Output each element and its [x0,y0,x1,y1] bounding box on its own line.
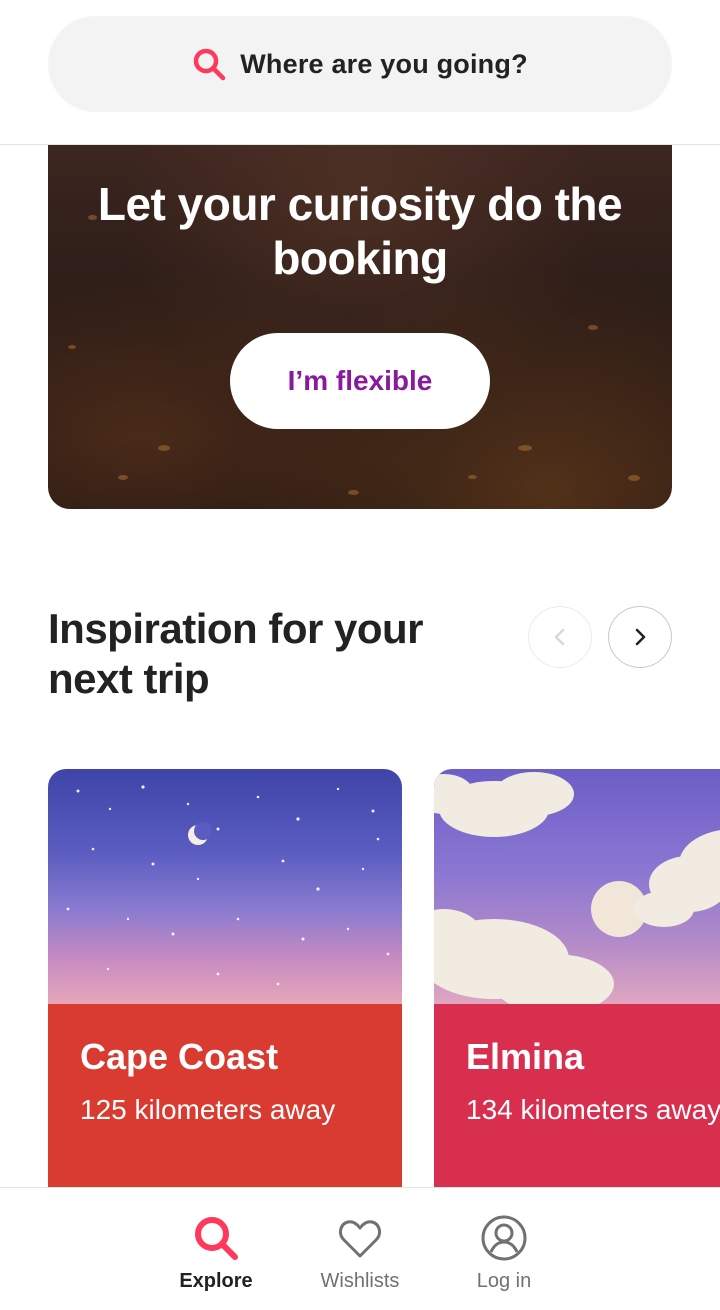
card-info: Cape Coast 125 kilometers away [48,1004,402,1199]
search-bar[interactable]: Where are you going? [48,16,672,112]
bottom-nav: Explore Wishlists Log in [0,1187,720,1310]
carousel-next-button[interactable] [608,606,672,668]
leaf-decoration [118,475,128,480]
night-sky-illustration [48,769,402,1004]
header: Where are you going? [0,0,720,145]
carousel-prev-button[interactable] [528,606,592,668]
card-distance: 134 kilometers away [466,1094,720,1125]
card-info: Elmina 134 kilometers away [434,1004,720,1199]
destination-card[interactable]: Cape Coast 125 kilometers away [48,769,402,1199]
nav-label: Explore [179,1270,253,1292]
leaf-decoration [628,475,640,481]
hero-banner: Let your curiosity do the booking I’m fl… [48,145,672,509]
card-distance: 125 kilometers away [80,1094,336,1125]
nav-explore[interactable]: Explore [156,1188,276,1310]
user-circle-icon [480,1214,528,1262]
search-icon [192,1214,240,1262]
card-city: Cape Coast [80,1036,279,1077]
chevron-right-icon [630,627,650,647]
search-placeholder: Where are you going? [240,48,528,79]
leaf-decoration [468,475,477,479]
heart-icon [336,1214,384,1262]
leaf-decoration [518,445,532,451]
leaf-decoration [348,490,359,495]
hero-title: Let your curiosity do the booking [97,178,623,284]
search-icon [192,47,226,81]
nav-label: Log in [476,1270,532,1292]
chevron-left-icon [550,627,570,647]
nav-login[interactable]: Log in [444,1188,564,1310]
leaf-decoration [158,445,170,451]
nav-label: Wishlists [320,1270,400,1292]
leaf-decoration [68,345,76,349]
destination-card[interactable]: Elmina 134 kilometers away [434,769,720,1199]
leaf-decoration [588,325,598,330]
section-title: Inspiration for your next trip [48,605,424,702]
im-flexible-button[interactable]: I’m flexible [230,333,490,429]
nav-wishlists[interactable]: Wishlists [300,1188,420,1310]
card-city: Elmina [466,1036,585,1077]
clouds-illustration [434,769,720,1004]
